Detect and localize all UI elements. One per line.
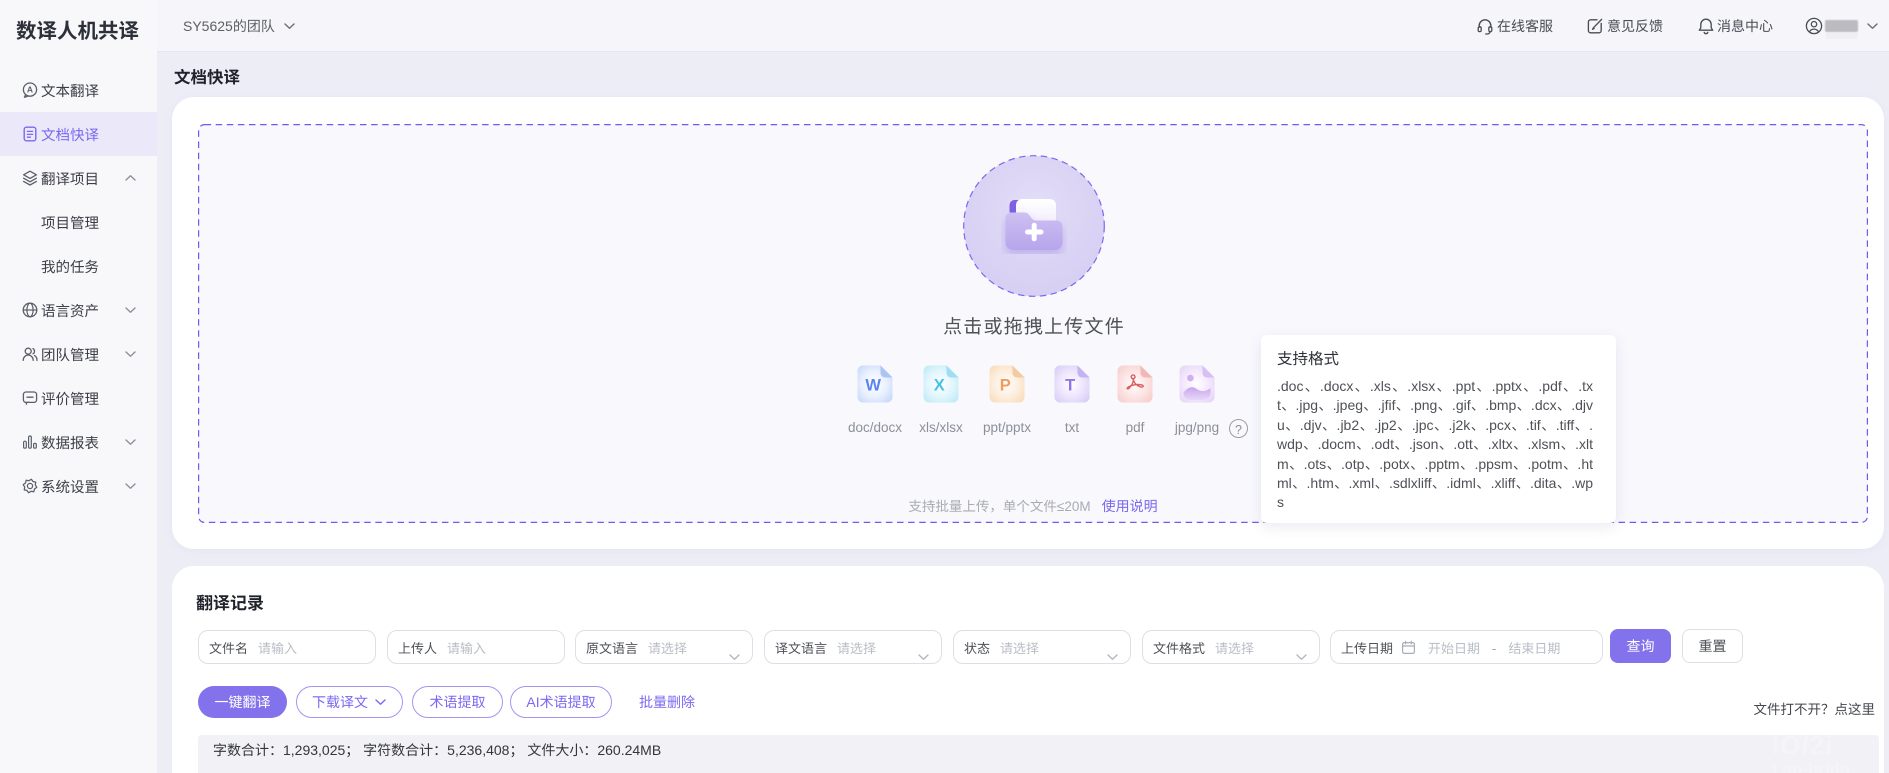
svg-text:T: T <box>1065 377 1075 395</box>
svg-text:A: A <box>27 85 33 95</box>
svg-text:P: P <box>1000 377 1011 395</box>
svg-text:W: W <box>865 377 881 395</box>
svg-text:X: X <box>934 377 945 395</box>
